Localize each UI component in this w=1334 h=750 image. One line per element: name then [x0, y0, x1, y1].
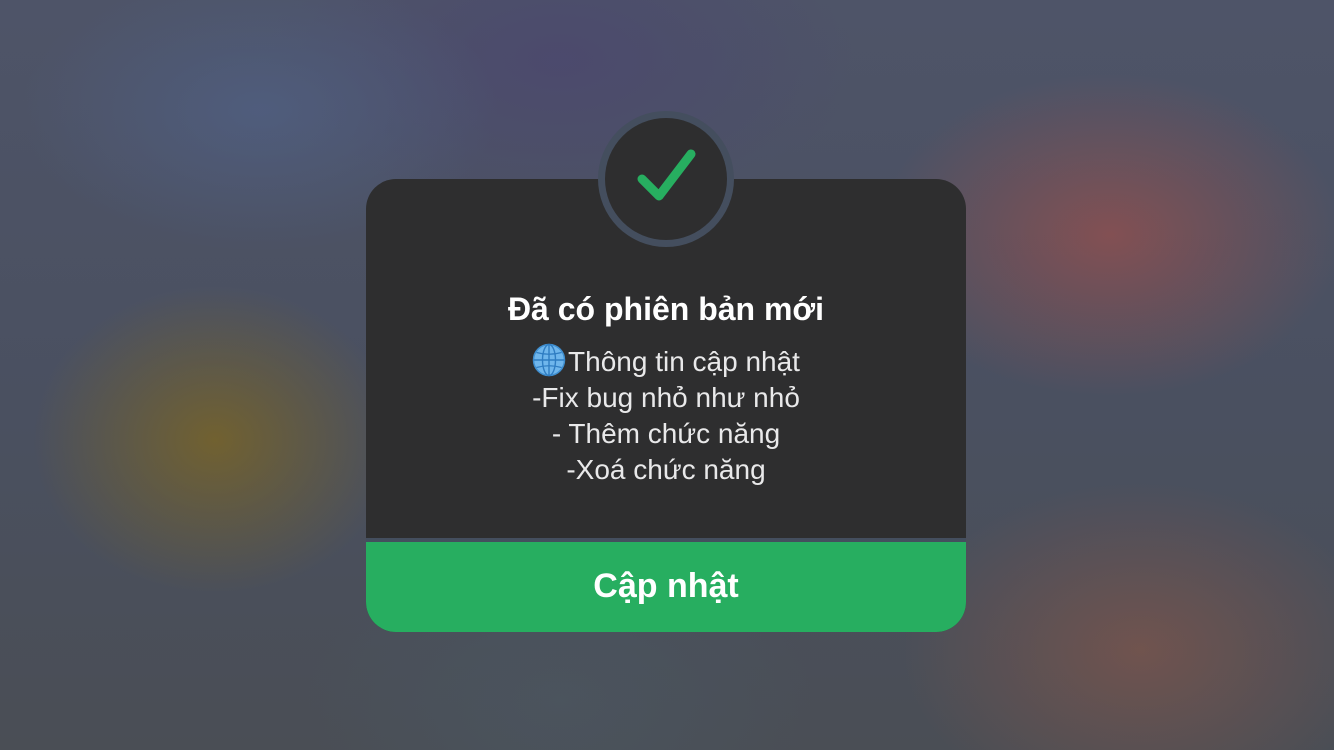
status-badge — [605, 118, 727, 240]
release-notes-line: - Thêm chức năng — [551, 418, 781, 449]
update-button[interactable]: Cập nhật — [366, 542, 966, 632]
release-notes-line: Thông tin cập nhật — [568, 346, 800, 377]
release-notes-heading: Thông tin cập nhật — [366, 343, 966, 380]
release-notes-line: -Fix bug nhỏ như nhỏ — [532, 382, 800, 413]
release-notes: Thông tin cập nhật -Fix bug nhỏ như nhỏ … — [366, 343, 966, 488]
globe-icon — [532, 343, 566, 377]
release-notes-line: -Xoá chức năng — [566, 454, 766, 485]
dialog-title: Đã có phiên bản mới — [507, 291, 825, 327]
check-icon — [637, 149, 696, 201]
